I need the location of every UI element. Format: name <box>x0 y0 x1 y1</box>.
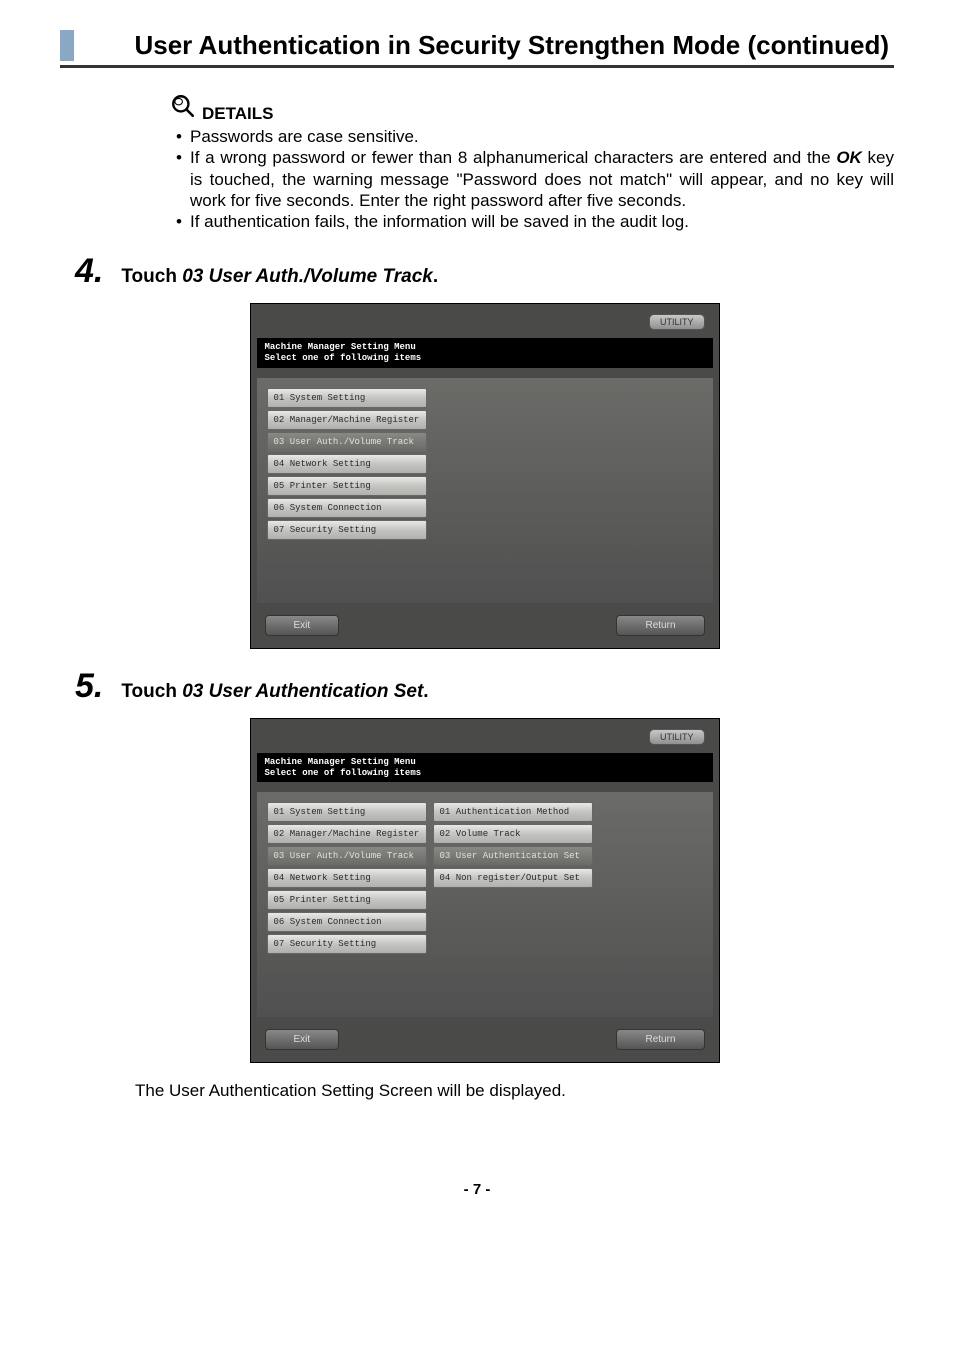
screen-2-footer: Exit Return <box>251 1023 719 1062</box>
screen-2-right-col: 01 Authentication Method 02 Volume Track… <box>433 802 593 977</box>
screen-2-title-l1: Machine Manager Setting Menu <box>265 757 705 768</box>
step-4-italic: 03 User Auth./Volume Track <box>182 266 433 287</box>
step-5-suffix: . <box>423 681 428 702</box>
menu-user-auth-volume[interactable]: 03 User Auth./Volume Track <box>267 432 427 452</box>
screen-1-footer: Exit Return <box>251 609 719 648</box>
menu2-security-setting[interactable]: 07 Security Setting <box>267 934 427 954</box>
screen-2-body: 01 System Setting 02 Manager/Machine Reg… <box>257 792 713 1017</box>
ok-key: OK <box>836 148 862 167</box>
step-4: 4. Touch 03 User Auth./Volume Track. UTI… <box>75 252 894 649</box>
details-heading: DETAILS <box>170 93 894 124</box>
step-5-prefix: Touch <box>121 681 182 702</box>
page-title: User Authentication in Security Strength… <box>60 30 894 61</box>
step-4-text: Touch 03 User Auth./Volume Track. <box>121 266 438 288</box>
exit-button-2[interactable]: Exit <box>265 1029 340 1050</box>
step-5-italic: 03 User Authentication Set <box>182 681 423 702</box>
screen-1-title-l1: Machine Manager Setting Menu <box>265 342 705 353</box>
return-button-2[interactable]: Return <box>616 1029 704 1050</box>
bullet-1: Passwords are case sensitive. <box>176 126 894 147</box>
step-5-text: Touch 03 User Authentication Set. <box>121 681 428 703</box>
screen-1-body: 01 System Setting 02 Manager/Machine Reg… <box>257 378 713 603</box>
menu2-manager-machine[interactable]: 02 Manager/Machine Register <box>267 824 427 844</box>
screen-1-left-col: 01 System Setting 02 Manager/Machine Reg… <box>267 388 427 563</box>
menu2-system-connection[interactable]: 06 System Connection <box>267 912 427 932</box>
menu-system-setting[interactable]: 01 System Setting <box>267 388 427 408</box>
menu2r-volume-track[interactable]: 02 Volume Track <box>433 824 593 844</box>
menu2r-non-register[interactable]: 04 Non register/Output Set <box>433 868 593 888</box>
bullet-2-a: If a wrong password or fewer than 8 alph… <box>190 148 836 167</box>
page-header: User Authentication in Security Strength… <box>60 30 894 68</box>
return-button[interactable]: Return <box>616 615 704 636</box>
menu2-printer-setting[interactable]: 05 Printer Setting <box>267 890 427 910</box>
menu2-user-auth-volume[interactable]: 03 User Auth./Volume Track <box>267 846 427 866</box>
screen-2-title-l2: Select one of following items <box>265 768 705 779</box>
details-bullets: Passwords are case sensitive. If a wrong… <box>170 126 894 232</box>
step-4-prefix: Touch <box>121 266 182 287</box>
page-number: - 7 - <box>60 1181 894 1198</box>
step-5: 5. Touch 03 User Authentication Set. UTI… <box>75 667 894 1102</box>
menu-manager-machine[interactable]: 02 Manager/Machine Register <box>267 410 427 430</box>
screen-2-left-col: 01 System Setting 02 Manager/Machine Reg… <box>267 802 427 977</box>
screen-1-title-l2: Select one of following items <box>265 353 705 364</box>
screen-1-title: Machine Manager Setting Menu Select one … <box>257 338 713 368</box>
magnify-icon <box>170 93 196 124</box>
screen-2: UTILITY Machine Manager Setting Menu Sel… <box>250 718 720 1064</box>
details-section: DETAILS Passwords are case sensitive. If… <box>170 93 894 232</box>
menu-system-connection[interactable]: 06 System Connection <box>267 498 427 518</box>
utility-button[interactable]: UTILITY <box>649 314 705 330</box>
closing-text: The User Authentication Setting Screen w… <box>135 1081 894 1101</box>
details-label: DETAILS <box>202 104 273 124</box>
step-5-heading: 5. Touch 03 User Authentication Set. <box>75 667 894 706</box>
menu2-system-setting[interactable]: 01 System Setting <box>267 802 427 822</box>
menu-security-setting[interactable]: 07 Security Setting <box>267 520 427 540</box>
menu2r-auth-method[interactable]: 01 Authentication Method <box>433 802 593 822</box>
menu2r-user-auth-set[interactable]: 03 User Authentication Set <box>433 846 593 866</box>
step-4-suffix: . <box>433 266 438 287</box>
bullet-3: If authentication fails, the information… <box>176 211 894 232</box>
screen-1-top: UTILITY <box>251 304 719 330</box>
bullet-2: If a wrong password or fewer than 8 alph… <box>176 147 894 211</box>
menu2-network-setting[interactable]: 04 Network Setting <box>267 868 427 888</box>
screen-2-top: UTILITY <box>251 719 719 745</box>
screen-2-title: Machine Manager Setting Menu Select one … <box>257 753 713 783</box>
screenshot-1: UTILITY Machine Manager Setting Menu Sel… <box>75 303 894 649</box>
utility-button-2[interactable]: UTILITY <box>649 729 705 745</box>
screenshot-2: UTILITY Machine Manager Setting Menu Sel… <box>75 718 894 1064</box>
screen-1: UTILITY Machine Manager Setting Menu Sel… <box>250 303 720 649</box>
menu-network-setting[interactable]: 04 Network Setting <box>267 454 427 474</box>
menu-printer-setting[interactable]: 05 Printer Setting <box>267 476 427 496</box>
step-4-heading: 4. Touch 03 User Auth./Volume Track. <box>75 252 894 291</box>
exit-button[interactable]: Exit <box>265 615 340 636</box>
step-5-number: 5. <box>75 667 103 706</box>
step-4-number: 4. <box>75 252 103 291</box>
